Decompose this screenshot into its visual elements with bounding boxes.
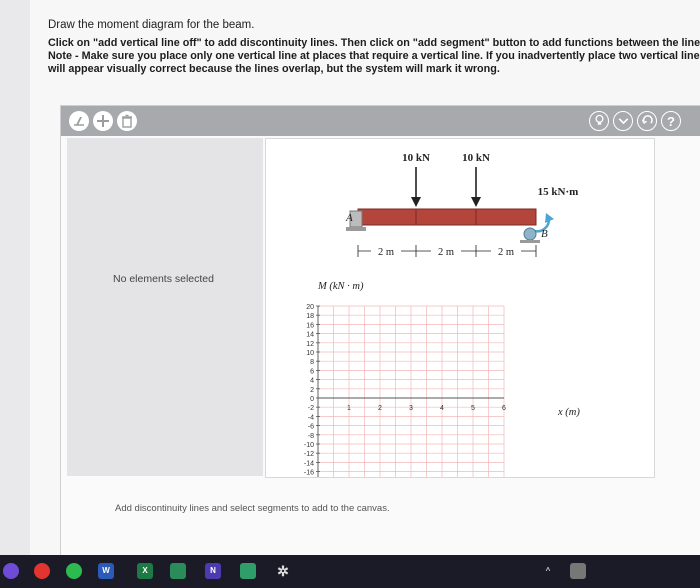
selection-status: No elements selected (113, 273, 214, 285)
y-tick-label: -10 (304, 442, 314, 449)
x-tick-label: 4 (440, 405, 444, 412)
x-tick-label: 5 (471, 405, 475, 412)
y-tick-label: 0 (310, 396, 314, 403)
instruction-line-1: Click on "add vertical line off" to add … (48, 37, 700, 49)
graph-ylabel: M (kN · m) (317, 281, 364, 292)
y-tick-label: 16 (306, 322, 314, 329)
taskbar: W X N ✲ ^ (0, 555, 700, 588)
drawing-widget: ? No elements selected 10 kN 10 kN 15 kN… (60, 105, 700, 557)
graph-xlabel: x (m) (557, 407, 580, 418)
y-tick-label: 12 (306, 341, 314, 348)
plus-icon[interactable] (93, 111, 113, 131)
y-tick-label: -16 (304, 470, 314, 477)
beam (357, 208, 537, 226)
onenote-icon[interactable]: N (205, 563, 221, 579)
load-1-label: 10 kN (402, 152, 430, 164)
spotify-icon[interactable] (66, 563, 82, 579)
y-tick-label: 2 (310, 387, 314, 394)
x-tick-label: 1 (347, 405, 351, 412)
word-icon[interactable]: W (98, 563, 114, 579)
y-tick-label: 14 (306, 332, 314, 339)
y-tick-label: -8 (308, 433, 314, 440)
load-arrow-1 (411, 167, 421, 207)
x-tick-label: 6 (502, 405, 506, 412)
chevron-down-icon[interactable] (613, 111, 633, 131)
app-icon-green[interactable] (170, 563, 186, 579)
widget-toolbar: ? (61, 106, 700, 136)
x-tick-label: 3 (409, 405, 413, 412)
canvas-hint: Add discontinuity lines and select segme… (115, 503, 390, 514)
selection-panel: No elements selected (67, 138, 263, 476)
chevron-up-icon[interactable]: ^ (540, 563, 556, 579)
question-page: Draw the moment diagram for the beam. Cl… (30, 0, 700, 557)
beam-figure: 10 kN 10 kN 15 kN·m A B 2 m 2 m 2 m M (k… (265, 138, 655, 495)
y-tick-label: 8 (310, 359, 314, 366)
excel-icon[interactable]: X (137, 563, 153, 579)
y-tick-label: -6 (308, 424, 314, 431)
load-arrow-2 (471, 167, 481, 207)
y-tick-label: 10 (306, 350, 314, 357)
y-tick-label: -12 (304, 451, 314, 458)
y-tick-label: 18 (306, 313, 314, 320)
gear-icon[interactable]: ✲ (275, 563, 291, 579)
dimension-label-2: 2 m (438, 247, 454, 258)
app-icon-red[interactable] (34, 563, 50, 579)
y-tick-label: -4 (308, 414, 314, 421)
trash-icon[interactable] (117, 111, 137, 131)
question-title: Draw the moment diagram for the beam. (48, 19, 255, 31)
moment-label: 15 kN·m (538, 186, 579, 198)
x-tick-label: 2 (378, 405, 382, 412)
dimension-label-1: 2 m (378, 247, 394, 258)
help-icon[interactable]: ? (661, 111, 681, 131)
tray-icon[interactable] (570, 563, 586, 579)
load-2-label: 10 kN (462, 152, 490, 164)
question-instructions: Click on "add vertical line off" to add … (48, 37, 700, 76)
lightbulb-icon[interactable] (589, 111, 609, 131)
undo-icon[interactable] (637, 111, 657, 131)
y-tick-label: -14 (304, 460, 314, 467)
support-a-label: A (345, 212, 353, 224)
start-icon[interactable] (3, 563, 19, 579)
moment-grid[interactable] (317, 305, 505, 491)
app-icon-green-2[interactable] (240, 563, 256, 579)
y-tick-label: 4 (310, 378, 314, 385)
y-tick-label: -2 (308, 405, 314, 412)
support-b-label: B (541, 228, 548, 240)
instruction-line-3: will appear visually correct because the… (48, 63, 500, 75)
instruction-line-2: Note - Make sure you place only one vert… (48, 50, 700, 62)
dimension-label-3: 2 m (498, 247, 514, 258)
y-tick-label: 6 (310, 368, 314, 375)
vertical-line-icon[interactable] (69, 111, 89, 131)
y-tick-label: 20 (306, 304, 314, 311)
